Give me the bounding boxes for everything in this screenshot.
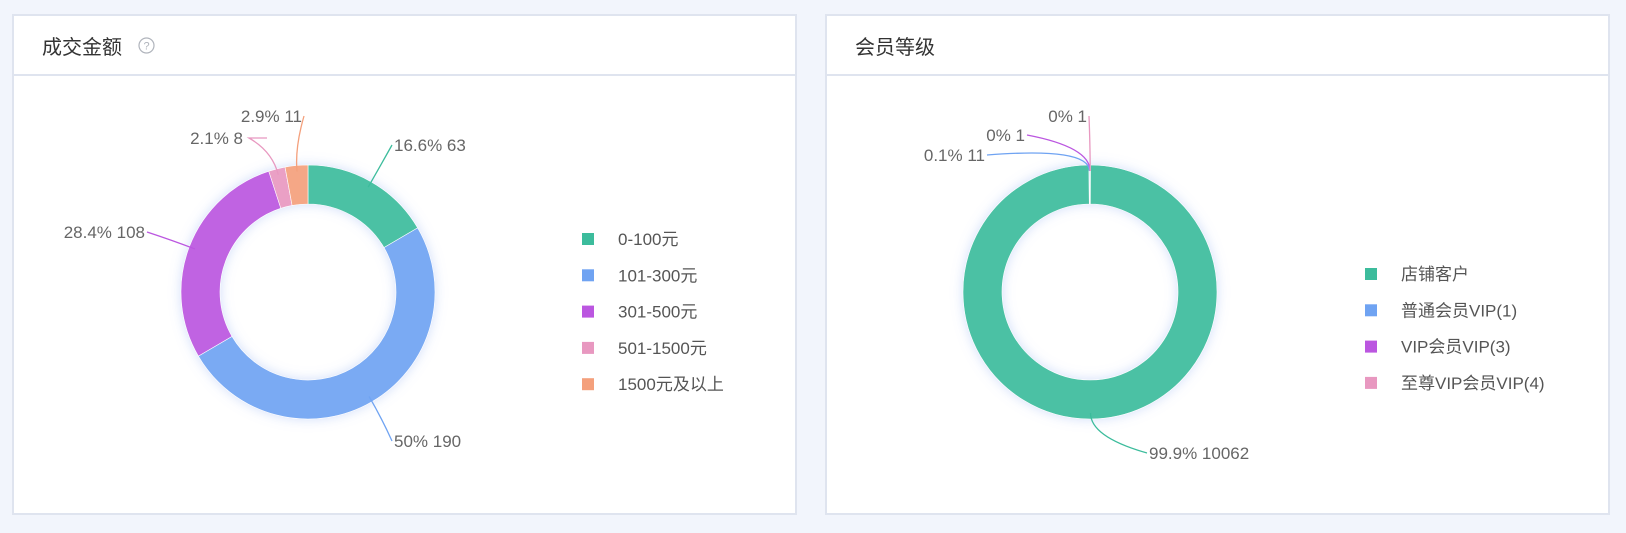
leader-line <box>146 231 196 250</box>
svg-text:?: ? <box>143 40 149 52</box>
data-label: 28.4% 108 <box>64 223 145 242</box>
legend-swatch[interactable] <box>582 341 594 354</box>
leader-line <box>1088 115 1091 172</box>
data-label: 0% 1 <box>986 126 1025 145</box>
legend-swatch[interactable] <box>1365 376 1377 389</box>
leader-line <box>367 144 393 188</box>
legend-label[interactable]: VIP会员VIP(3) <box>1401 338 1511 357</box>
panel-body: 16.6% 63 0-100元 50% 190 101-300元 28.4% 108 30… <box>14 76 795 513</box>
data-label: 2.9% 11 <box>241 107 302 126</box>
legend-label[interactable]: 301-500元 <box>618 303 697 322</box>
data-label: 99.9% 10062 <box>1149 444 1249 463</box>
legend-label[interactable]: 0-100元 <box>618 230 678 249</box>
legend-swatch[interactable] <box>582 305 594 318</box>
panel-transaction-amount: 成交金额 ? 16.6% 63 0-100元 50% 190 101-300元 28.4… <box>12 14 797 515</box>
panel-body: 99.9% 10062 店铺客户 0.1% 11 普通会员VIP(1) 0% 1 VIP会… <box>827 76 1608 513</box>
donut-slice[interactable] <box>307 164 419 248</box>
legend-label[interactable]: 101-300元 <box>618 266 697 285</box>
panel-header: 会员等级 <box>827 16 1608 76</box>
legend-swatch[interactable] <box>582 378 594 391</box>
legend-label[interactable]: 1500元及以上 <box>618 375 724 394</box>
panel-title: 成交金额 <box>42 36 122 59</box>
question-circle-icon[interactable]: ? <box>138 36 155 54</box>
legend-label[interactable]: 501-1500元 <box>618 339 707 358</box>
data-label: 0.1% 11 <box>924 146 985 165</box>
legend-swatch[interactable] <box>582 233 594 245</box>
legend-label[interactable]: 普通会员VIP(1) <box>1401 301 1517 320</box>
legend-swatch[interactable] <box>1365 304 1377 317</box>
panel-member-level: 会员等级 99.9% 10062 店铺客户 0.1% 11 普通会员VIP(1) 0% … <box>825 14 1610 515</box>
data-label: 16.6% 63 <box>394 136 466 155</box>
data-label: 0% 1 <box>1048 107 1087 126</box>
donut-chart-amount: 16.6% 63 0-100元 50% 190 101-300元 28.4% 108 30… <box>64 107 724 451</box>
legend-label[interactable]: 店铺客户 <box>1401 265 1469 284</box>
leader-line <box>368 396 393 442</box>
donut-slice[interactable] <box>197 227 436 420</box>
legend-swatch[interactable] <box>582 269 594 282</box>
legend-swatch[interactable] <box>1365 268 1377 280</box>
data-label: 50% 190 <box>394 432 461 451</box>
donut-slice[interactable] <box>180 170 282 357</box>
leader-line <box>246 137 279 175</box>
panel-title: 会员等级 <box>855 36 935 59</box>
legend-label[interactable]: 至尊VIP会员VIP(4) <box>1401 374 1545 393</box>
donut-chart-member: 99.9% 10062 店铺客户 0.1% 11 普通会员VIP(1) 0% 1 VIP会… <box>924 107 1545 463</box>
legend-swatch[interactable] <box>1365 340 1377 353</box>
data-label: 2.1% 8 <box>190 129 243 148</box>
panel-header: 成交金额 ? <box>14 16 795 76</box>
